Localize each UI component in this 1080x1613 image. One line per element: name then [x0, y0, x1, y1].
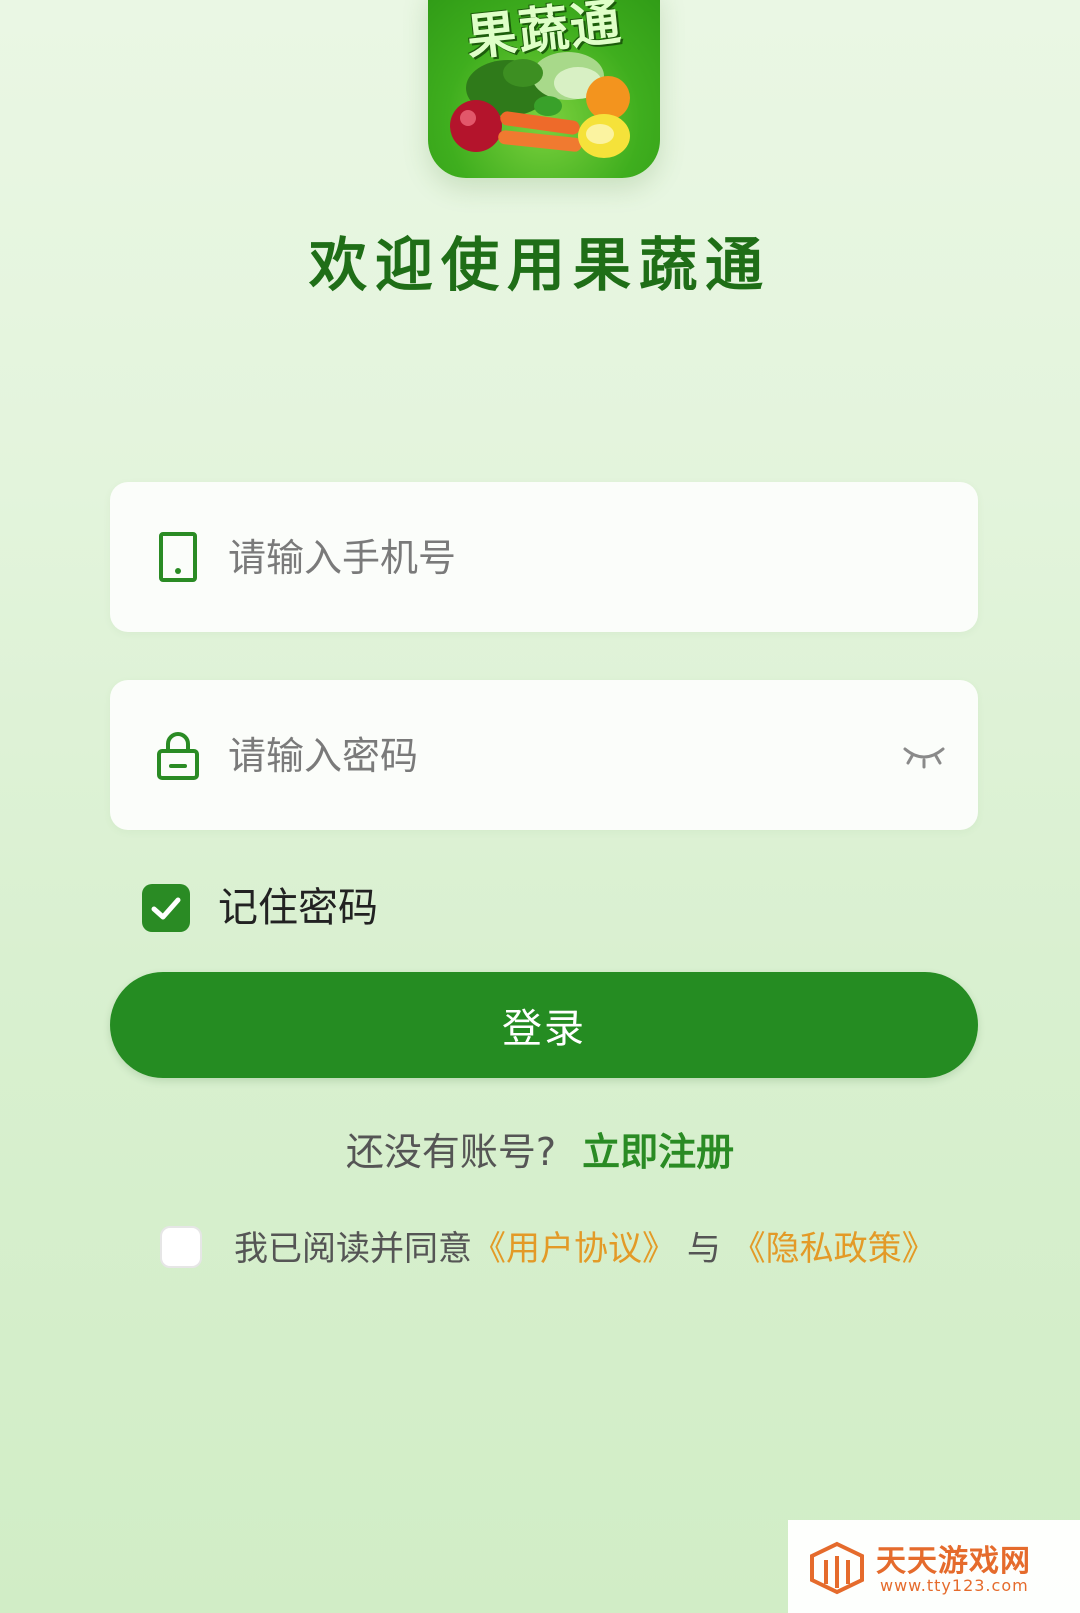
phone-field[interactable]: [110, 482, 978, 632]
logo-vegetables-illustration: [450, 52, 630, 158]
app-logo: 果蔬通: [428, 0, 660, 178]
password-input[interactable]: [226, 720, 870, 792]
eye-closed-icon[interactable]: [900, 735, 948, 775]
agreement-text: 我已阅读并同意《用户协议》 与 《隐私政策》: [234, 1226, 936, 1272]
phone-icon: [159, 532, 197, 582]
watermark: 天天游戏网 www.tty123.com: [788, 1520, 1080, 1613]
password-field[interactable]: [110, 680, 978, 830]
welcome-title: 欢迎使用果蔬通: [308, 231, 771, 299]
check-icon: [151, 897, 181, 920]
phone-input[interactable]: [226, 522, 870, 594]
watermark-logo-icon: [810, 1541, 864, 1595]
privacy-policy-link[interactable]: 《隐私政策》: [732, 1229, 936, 1269]
register-link[interactable]: 立即注册: [582, 1130, 734, 1174]
remember-password-label: 记住密码: [218, 885, 378, 931]
remember-password-checkbox[interactable]: [142, 884, 190, 932]
watermark-url: www.tty123.com: [880, 1576, 1029, 1595]
watermark-title: 天天游戏网: [876, 1544, 1031, 1579]
agreement-prefix: 我已阅读并同意: [234, 1229, 472, 1269]
agreement-conjunction: 与: [686, 1229, 721, 1269]
lock-icon: [157, 732, 199, 780]
register-prompt: 还没有账号?: [345, 1130, 557, 1174]
agreement-checkbox[interactable]: [160, 1226, 202, 1268]
user-agreement-link[interactable]: 《用户协议》: [472, 1229, 676, 1269]
register-row: 还没有账号? 立即注册: [0, 1128, 1080, 1176]
login-button[interactable]: 登录: [110, 972, 978, 1078]
